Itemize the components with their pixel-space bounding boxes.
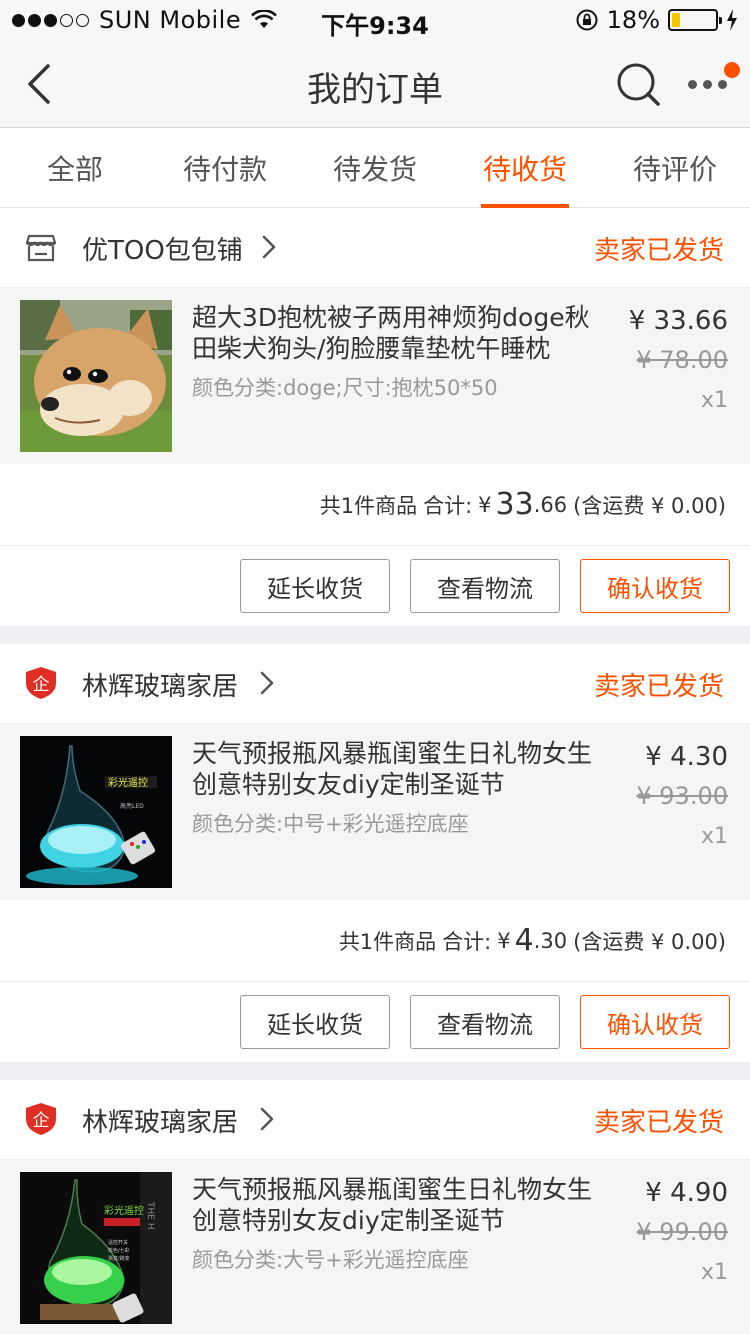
product-title: 天气预报瓶风暴瓶闺蜜生日礼物女生创意特别女友diy定制圣诞节 (192, 1175, 592, 1235)
svg-text:彩光遥控: 彩光遥控 (108, 776, 148, 789)
total-decimal: .30 (533, 928, 568, 953)
total-integer: 4 (514, 923, 534, 958)
order-actions: 延长收货 查看物流 确认收货 (0, 546, 750, 626)
svg-text:企: 企 (33, 675, 50, 695)
status-bar: SUN Mobile 下午9:34 18% (0, 0, 750, 40)
tab-pending-shipment[interactable]: 待发货 (300, 128, 450, 208)
total-label: 合计: (423, 493, 473, 518)
product-thumbnail-storm-glass-green: THE H 彩光遥控 遥控开关 单色/七彩 渐变/跳变 (20, 1172, 172, 1324)
chevron-right-icon (262, 235, 276, 259)
enterprise-shield-icon: 企 (26, 667, 56, 699)
order-card: 企 林辉玻璃家居 卖家已发货 THE H 彩光遥控 遥控开关 单色/七彩 渐变/… (0, 1080, 750, 1334)
order-item[interactable]: 超大3D抱枕被子两用神烦狗doge秋田柴犬狗头/狗脸腰靠垫枕午睡枕 颜色分类:d… (0, 288, 750, 464)
order-status: 卖家已发货 (593, 236, 724, 266)
store-icon (25, 234, 57, 262)
more-button[interactable] (682, 58, 742, 112)
tab-all[interactable]: 全部 (0, 128, 150, 208)
product-quantity: x1 (700, 1260, 728, 1285)
nav-bar: 我的订单 (0, 40, 750, 128)
more-icon (688, 80, 727, 89)
extend-receipt-button[interactable]: 延长收货 (240, 559, 390, 613)
shop-name: 林辉玻璃家居 (82, 1108, 239, 1138)
product-thumbnail-storm-glass-blue: 彩光遥控 高亮LED (20, 736, 172, 888)
product-price: ¥ 4.90 (645, 1178, 728, 1208)
product-title: 超大3D抱枕被子两用神烦狗doge秋田柴犬狗头/狗脸腰靠垫枕午睡枕 (192, 303, 590, 363)
product-quantity: x1 (700, 824, 728, 849)
enterprise-shield-icon: 企 (26, 1103, 56, 1135)
rotation-lock-icon (576, 9, 598, 31)
shop-name: 林辉玻璃家居 (82, 672, 239, 702)
item-count: 共1件商品 (319, 493, 418, 518)
battery-percent: 18% (606, 6, 660, 34)
view-logistics-button[interactable]: 查看物流 (410, 995, 560, 1049)
tab-pending-review[interactable]: 待评价 (600, 128, 750, 208)
order-card: 优TOO包包铺 卖家已发货 超大3D抱枕被子两用神烦狗doge秋田柴犬狗头/狗脸… (0, 208, 750, 626)
original-price: ¥ 99.00 (636, 1218, 728, 1246)
product-sku: 颜色分类:doge;尺寸:抱枕50*50 (192, 376, 498, 400)
status-right-group: 18% (575, 6, 738, 34)
extend-receipt-button[interactable]: 延长收货 (240, 995, 390, 1049)
product-quantity: x1 (700, 388, 728, 413)
confirm-receipt-button[interactable]: 确认收货 (580, 995, 730, 1049)
svg-text:高亮LED: 高亮LED (120, 802, 144, 810)
order-card: 企 林辉玻璃家居 卖家已发货 彩光遥控 高亮LED 天气预报瓶风暴瓶闺蜜生日礼物 (0, 644, 750, 1062)
svg-text:单色/七彩: 单色/七彩 (108, 1247, 130, 1254)
order-status: 卖家已发货 (593, 1108, 724, 1138)
tab-pending-payment[interactable]: 待付款 (150, 128, 300, 208)
order-list: 优TOO包包铺 卖家已发货 超大3D抱枕被子两用神烦狗doge秋田柴犬狗头/狗脸… (0, 208, 750, 1334)
product-price: ¥ 4.30 (645, 742, 728, 772)
chevron-right-icon (260, 1107, 274, 1131)
total-currency: ¥ (497, 928, 511, 953)
total-decimal: .66 (533, 492, 568, 517)
svg-text:遥控开关: 遥控开关 (108, 1239, 128, 1246)
total-label: 合计: (442, 929, 492, 954)
svg-text:彩光遥控: 彩光遥控 (104, 1204, 144, 1217)
svg-text:渐变/跳变: 渐变/跳变 (108, 1255, 130, 1262)
charging-bolt-icon (727, 9, 737, 31)
search-icon[interactable] (612, 58, 666, 112)
tab-pending-receipt[interactable]: 待收货 (450, 128, 600, 208)
product-sku: 颜色分类:大号+彩光遥控底座 (192, 1248, 469, 1272)
order-item[interactable]: 彩光遥控 高亮LED 天气预报瓶风暴瓶闺蜜生日礼物女生创意特别女友diy定制圣诞… (0, 724, 750, 900)
order-status: 卖家已发货 (593, 672, 724, 702)
view-logistics-button[interactable]: 查看物流 (410, 559, 560, 613)
order-actions: 延长收货 查看物流 确认收货 (0, 982, 750, 1062)
product-sku: 颜色分类:中号+彩光遥控底座 (192, 812, 469, 836)
svg-text:THE H: THE H (145, 1201, 155, 1230)
battery-icon (668, 9, 722, 31)
product-price: ¥ 33.66 (628, 306, 728, 336)
shop-header[interactable]: 企 林辉玻璃家居 卖家已发货 (0, 644, 750, 724)
product-title: 天气预报瓶风暴瓶闺蜜生日礼物女生创意特别女友diy定制圣诞节 (192, 739, 592, 799)
original-price: ¥ 78.00 (636, 346, 728, 374)
svg-text:企: 企 (33, 1111, 50, 1131)
total-integer: 33 (495, 487, 534, 522)
order-tabs: 全部 待付款 待发货 待收货 待评价 (0, 128, 750, 208)
shipping-fee: (含运费 ¥ 0.00) (573, 493, 726, 518)
shop-header[interactable]: 优TOO包包铺 卖家已发货 (0, 208, 750, 288)
original-price: ¥ 93.00 (636, 782, 728, 810)
shipping-fee: (含运费 ¥ 0.00) (573, 929, 726, 954)
confirm-receipt-button[interactable]: 确认收货 (580, 559, 730, 613)
order-summary: 共1件商品 合计: ¥ 33 .66 (含运费 ¥ 0.00) (0, 464, 750, 546)
chevron-right-icon (260, 671, 274, 695)
shop-header[interactable]: 企 林辉玻璃家居 卖家已发货 (0, 1080, 750, 1160)
order-item[interactable]: THE H 彩光遥控 遥控开关 单色/七彩 渐变/跳变 天气预报瓶风暴瓶闺蜜生日… (0, 1160, 750, 1334)
shop-name: 优TOO包包铺 (82, 236, 243, 266)
total-currency: ¥ (478, 492, 492, 517)
product-thumbnail-doge-pillow (20, 300, 172, 452)
notification-badge (724, 62, 740, 78)
item-count: 共1件商品 (338, 929, 437, 954)
order-summary: 共1件商品 合计: ¥ 4 .30 (含运费 ¥ 0.00) (0, 900, 750, 982)
